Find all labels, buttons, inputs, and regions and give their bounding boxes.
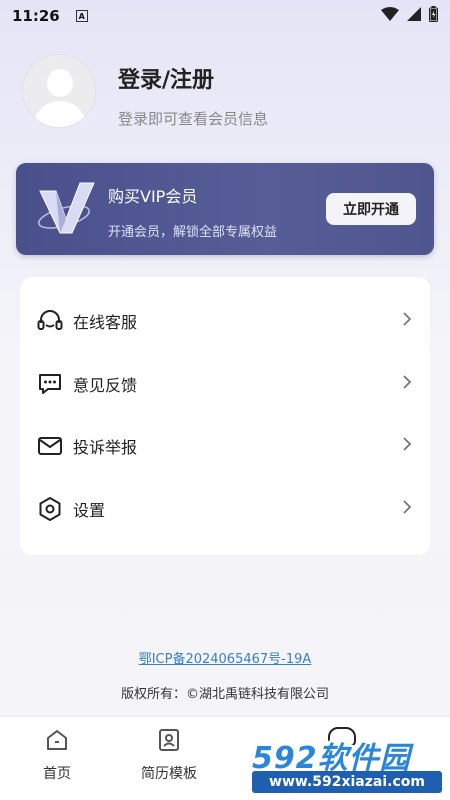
menu-label-feedback: 意见反馈 [73, 375, 138, 395]
avatar[interactable] [22, 54, 96, 128]
signal-icon [407, 7, 421, 25]
chevron-right-icon [402, 499, 412, 519]
mail-icon [37, 433, 63, 459]
menu-item-online-service[interactable]: 在线客服 [20, 290, 430, 353]
nav-item-home[interactable]: 首页 [2, 725, 112, 783]
menu-label-settings: 设置 [73, 500, 106, 520]
login-hint: 登录即可查看会员信息 [118, 110, 269, 128]
avatar-head-shape [47, 69, 73, 97]
headset-icon [37, 308, 63, 334]
login-register-title[interactable]: 登录/注册 [118, 62, 268, 94]
notification-a-icon: A [75, 10, 88, 22]
icp-link[interactable]: 鄂ICP备2024065467号-19A [0, 648, 450, 667]
vip-v-logo-icon [34, 177, 98, 245]
bottom-nav: 首页 简历模板 592软件园 www.592xiazai.com [0, 716, 450, 800]
chevron-right-icon [402, 311, 412, 331]
nav-label-resume-templates: 简历模板 [141, 766, 197, 782]
site-watermark: 592软件园 www.592xiazai.com [250, 721, 446, 797]
copyright-text: 版权所有：©湖北禹链科技有限公司 [120, 687, 329, 702]
status-bar: 11:26 A [0, 0, 450, 32]
status-time: 11:26 [12, 7, 60, 25]
watermark-url-text: www.592xiazai.com [252, 771, 442, 793]
status-indicators [381, 6, 438, 26]
menu-item-complaint[interactable]: 投诉举报 [20, 415, 430, 478]
vip-title: 购买VIP会员 [108, 187, 198, 206]
profile-text: 登录/注册 登录即可查看会员信息 [118, 62, 268, 129]
vip-banner[interactable]: 购买VIP会员 开通会员，解锁全部专属权益 立即开通 [16, 163, 434, 255]
menu-card: 在线客服 意见反馈 投诉举报 设置 [20, 277, 430, 555]
menu-label-complaint: 投诉举报 [73, 438, 138, 458]
menu-label-online-service: 在线客服 [73, 313, 138, 333]
home-icon [2, 725, 112, 755]
resume-icon [114, 725, 224, 755]
avatar-body-shape [33, 101, 87, 127]
battery-icon [429, 6, 438, 26]
profile-header[interactable]: 登录/注册 登录即可查看会员信息 [22, 54, 268, 129]
nav-label-home: 首页 [43, 766, 71, 782]
nav-item-resume-templates[interactable]: 简历模板 [114, 725, 224, 783]
chevron-right-icon [402, 374, 412, 394]
vip-subtitle: 开通会员，解锁全部专属权益 [108, 225, 278, 240]
chevron-right-icon [402, 436, 412, 456]
menu-item-feedback[interactable]: 意见反馈 [20, 353, 430, 416]
wifi-icon [381, 7, 399, 25]
feedback-icon [37, 371, 63, 397]
open-vip-button[interactable]: 立即开通 [326, 193, 416, 225]
settings-icon [37, 496, 63, 522]
menu-item-settings[interactable]: 设置 [20, 478, 430, 541]
